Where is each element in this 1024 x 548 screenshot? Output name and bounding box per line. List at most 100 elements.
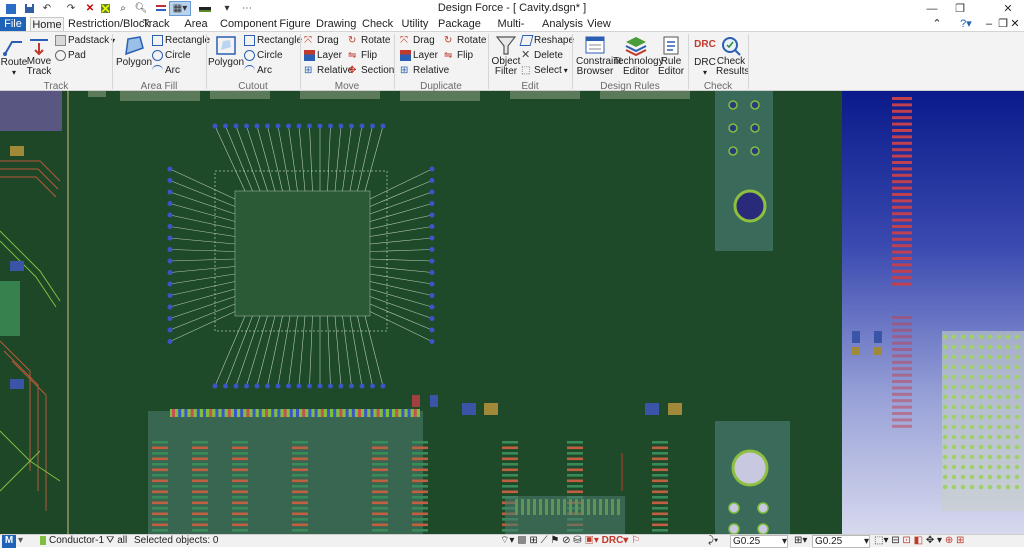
- layer-toggle-icon[interactable]: ▣▾: [584, 535, 598, 546]
- move-drag-button[interactable]: ⤧ Drag: [304, 35, 339, 46]
- preview-pad-columns: [892, 97, 912, 428]
- relative-icon: ⊞: [304, 65, 313, 76]
- wifi-icon[interactable]: ⌔▾: [500, 535, 514, 546]
- cutout-arc-button[interactable]: Arc: [244, 65, 272, 76]
- duplicate-rotate-button[interactable]: ↻ Rotate: [444, 35, 486, 46]
- grid-select-2[interactable]: G0.25 ▾: [812, 535, 870, 548]
- tab-figure[interactable]: Figure: [278, 17, 312, 31]
- layer-set-icon[interactable]: ⊟: [891, 535, 899, 546]
- zoom-icon[interactable]: ⊕: [945, 535, 953, 546]
- marker-icon[interactable]: ⚐: [631, 535, 640, 546]
- constraint-browser-button[interactable]: Constraint Browser: [576, 34, 622, 77]
- delete-button[interactable]: ✕ Delete: [521, 50, 563, 62]
- select-button[interactable]: ⬚ Select ▾: [521, 65, 568, 76]
- padstack-button[interactable]: Padstack ▾: [55, 35, 115, 46]
- pan-icon[interactable]: ✥: [926, 535, 934, 546]
- area-fill-arc-button[interactable]: Arc: [152, 65, 180, 76]
- tab-analysis[interactable]: Analysis: [542, 17, 583, 31]
- check-results-icon: [722, 37, 741, 56]
- more-icon[interactable]: ▾: [937, 535, 942, 546]
- area-fill-rectangle-button[interactable]: Rectangle: [152, 35, 210, 46]
- area-fill-polygon-button[interactable]: Polygon: [116, 34, 152, 68]
- rule-editor-icon: [663, 36, 679, 55]
- tab-drawing[interactable]: Drawing: [316, 17, 356, 31]
- close-button[interactable]: ✕: [994, 0, 1022, 17]
- tab-track[interactable]: Track: [140, 17, 172, 31]
- clear-icon[interactable]: ⊘: [562, 535, 570, 546]
- grid-icon[interactable]: ▤: [517, 535, 526, 546]
- flip-view-icon[interactable]: ⊡: [902, 535, 910, 546]
- pin-ribbon-icon[interactable]: ⌃: [930, 17, 944, 31]
- ribbon: Route ▾ Move Track Padstack ▾ Pad Track Po…: [0, 31, 1024, 92]
- flip-icon: ⇋: [444, 50, 453, 61]
- cutout-rectangle-button[interactable]: Rectangle: [244, 35, 302, 46]
- tab-check[interactable]: Check: [362, 17, 393, 31]
- pad-icon: [55, 50, 66, 61]
- move-section-button[interactable]: ✥ Section: [348, 65, 394, 76]
- relative-icon: ⊞: [400, 65, 409, 76]
- rule-editor-button[interactable]: Rule Editor: [658, 34, 684, 77]
- close-doc-icon[interactable]: ✕: [1008, 17, 1022, 31]
- cutout-polygon-button[interactable]: Polygon: [208, 34, 244, 68]
- tab-component[interactable]: Component: [220, 17, 277, 31]
- move-rotate-button[interactable]: ↻ Rotate: [348, 35, 390, 46]
- technology-editor-button[interactable]: Technology Editor: [613, 34, 664, 77]
- grid-select-1[interactable]: G0.25 ▾: [730, 535, 788, 548]
- duplicate-relative-button[interactable]: ⊞ Relative: [400, 65, 449, 76]
- grid-type-icon[interactable]: ⊞▾: [794, 535, 807, 548]
- tab-file[interactable]: File: [0, 17, 26, 31]
- board-preview-panel[interactable]: [842, 91, 1024, 534]
- move-track-button[interactable]: Move Track: [27, 34, 51, 77]
- tab-area-fill[interactable]: Area Fill: [176, 17, 216, 44]
- move-layer-button[interactable]: Layer: [304, 50, 342, 61]
- help-icon[interactable]: ?▾: [956, 17, 976, 31]
- move-relative-button[interactable]: ⊞ Relative: [304, 65, 353, 76]
- circle-icon: [244, 50, 255, 61]
- check-results-button[interactable]: Check Results: [716, 34, 749, 77]
- minimize-doc-icon[interactable]: –: [982, 17, 996, 31]
- tab-multi-board[interactable]: Multi-Board: [484, 17, 538, 44]
- reshape-button[interactable]: Reshape: [519, 35, 574, 46]
- fit-icon[interactable]: ⬚▾: [874, 535, 888, 546]
- route-button[interactable]: Route ▾: [1, 34, 27, 77]
- duplicate-layer-button[interactable]: Layer: [400, 50, 438, 61]
- selected-objects: Selected objects: 0: [134, 535, 219, 546]
- drc-button[interactable]: DRC DRC ▾: [693, 34, 717, 77]
- drc-icon: DRC: [694, 39, 716, 50]
- angle-mode-icon[interactable]: ⤸▾: [708, 535, 718, 548]
- restore-button[interactable]: ❐: [946, 0, 974, 17]
- db-icon[interactable]: ⛁: [573, 535, 581, 546]
- duplicate-drag-button[interactable]: ⤧ Drag: [400, 35, 435, 46]
- object-filter-button[interactable]: Object Filter: [492, 34, 520, 77]
- pad-button[interactable]: Pad: [55, 50, 86, 61]
- tab-view[interactable]: View: [586, 17, 612, 31]
- minimize-button[interactable]: —: [918, 0, 946, 17]
- active-layer[interactable]: Conductor-1: [40, 535, 104, 548]
- title-bar: ↶ ↷ ✕ ⌕ 🔍︎ ▦▾ ▾ ⋯ Design Force - [ Cavit…: [0, 0, 1024, 17]
- preview-drawing: [852, 97, 1024, 511]
- drag-icon: ⤧: [400, 35, 408, 46]
- tab-restriction-block[interactable]: Restriction/Block: [68, 17, 150, 31]
- pcb-canvas[interactable]: [0, 91, 842, 534]
- section-icon: ✥: [348, 65, 357, 76]
- layer-mode-icon[interactable]: M: [2, 535, 16, 548]
- tab-home[interactable]: Home: [30, 17, 64, 32]
- filter-icon: ⛛: [106, 535, 115, 546]
- cutout-circle-button[interactable]: Circle: [244, 50, 283, 61]
- route-mode-icon[interactable]: ⟋: [541, 535, 548, 546]
- highlight-icon[interactable]: ◧: [914, 535, 923, 546]
- push-icon[interactable]: ⚑: [550, 535, 559, 546]
- board-view-icon[interactable]: ⊞: [956, 535, 964, 546]
- ribbon-tabs: File Home Restriction/Block Track Area F…: [0, 17, 1024, 44]
- area-fill-circle-button[interactable]: Circle: [152, 50, 191, 61]
- tab-package[interactable]: Package: [438, 17, 481, 31]
- snap-icon[interactable]: ⊞: [529, 535, 537, 546]
- filter-status[interactable]: ⛛ all: [106, 535, 127, 548]
- dropdown-icon[interactable]: ▾: [18, 535, 23, 548]
- circle-icon: [152, 50, 163, 61]
- tab-utility[interactable]: Utility: [398, 17, 432, 31]
- view-tools: ⬚▾ ⊟ ⊡ ◧ ✥ ▾ ⊕ ⊞: [874, 535, 964, 548]
- duplicate-flip-button[interactable]: ⇋ Flip: [444, 50, 473, 61]
- move-flip-button[interactable]: ⇋ Flip: [348, 50, 377, 61]
- drc-toggle-icon[interactable]: DRC▾: [602, 535, 629, 546]
